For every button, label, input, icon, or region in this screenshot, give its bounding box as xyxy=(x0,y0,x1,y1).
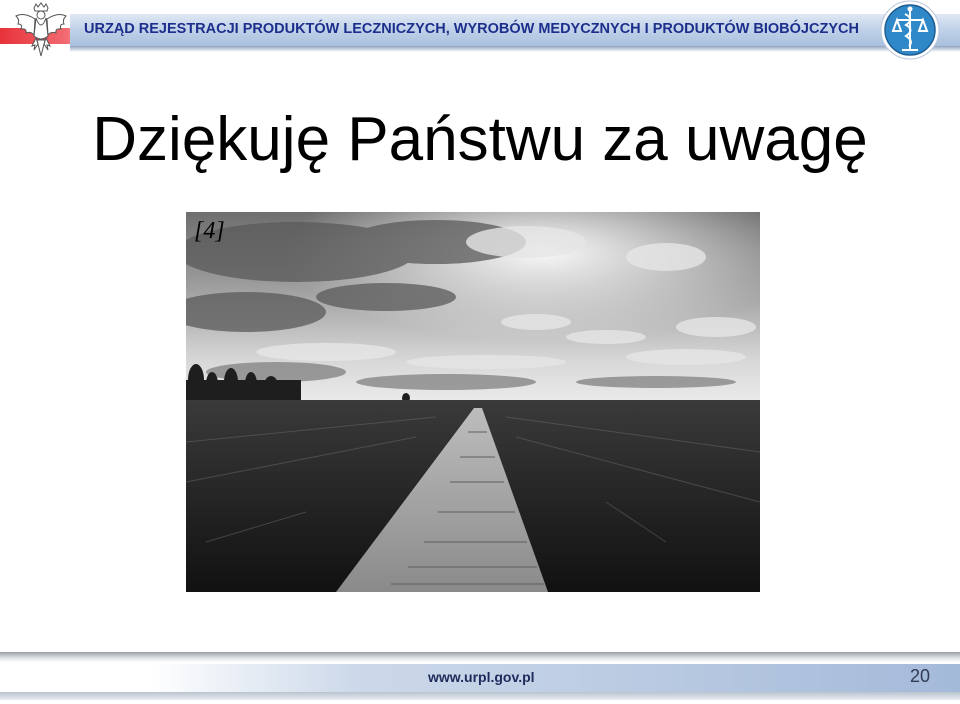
polish-eagle-icon xyxy=(12,2,70,62)
footer-url-link[interactable]: www.urpl.gov.pl xyxy=(428,669,535,685)
footer-band xyxy=(150,664,960,692)
page-title: Dziękuję Państwu za uwagę xyxy=(92,105,868,174)
footer-divider xyxy=(0,652,960,662)
header-title: URZĄD REJESTRACJI PRODUKTÓW LECZNICZYCH,… xyxy=(84,21,859,37)
footer-bottom-strip xyxy=(0,692,960,700)
urpl-logo-icon xyxy=(880,0,940,60)
header-band-shadow xyxy=(70,46,960,52)
header: URZĄD REJESTRACJI PRODUKTÓW LECZNICZYCH,… xyxy=(0,0,960,60)
photo-citation-label: [4] xyxy=(194,218,225,244)
boardwalk-photo: [4] xyxy=(186,212,760,592)
footer: www.urpl.gov.pl 20 xyxy=(0,652,960,704)
slide: URZĄD REJESTRACJI PRODUKTÓW LECZNICZYCH,… xyxy=(0,0,960,704)
page-number: 20 xyxy=(909,666,930,686)
